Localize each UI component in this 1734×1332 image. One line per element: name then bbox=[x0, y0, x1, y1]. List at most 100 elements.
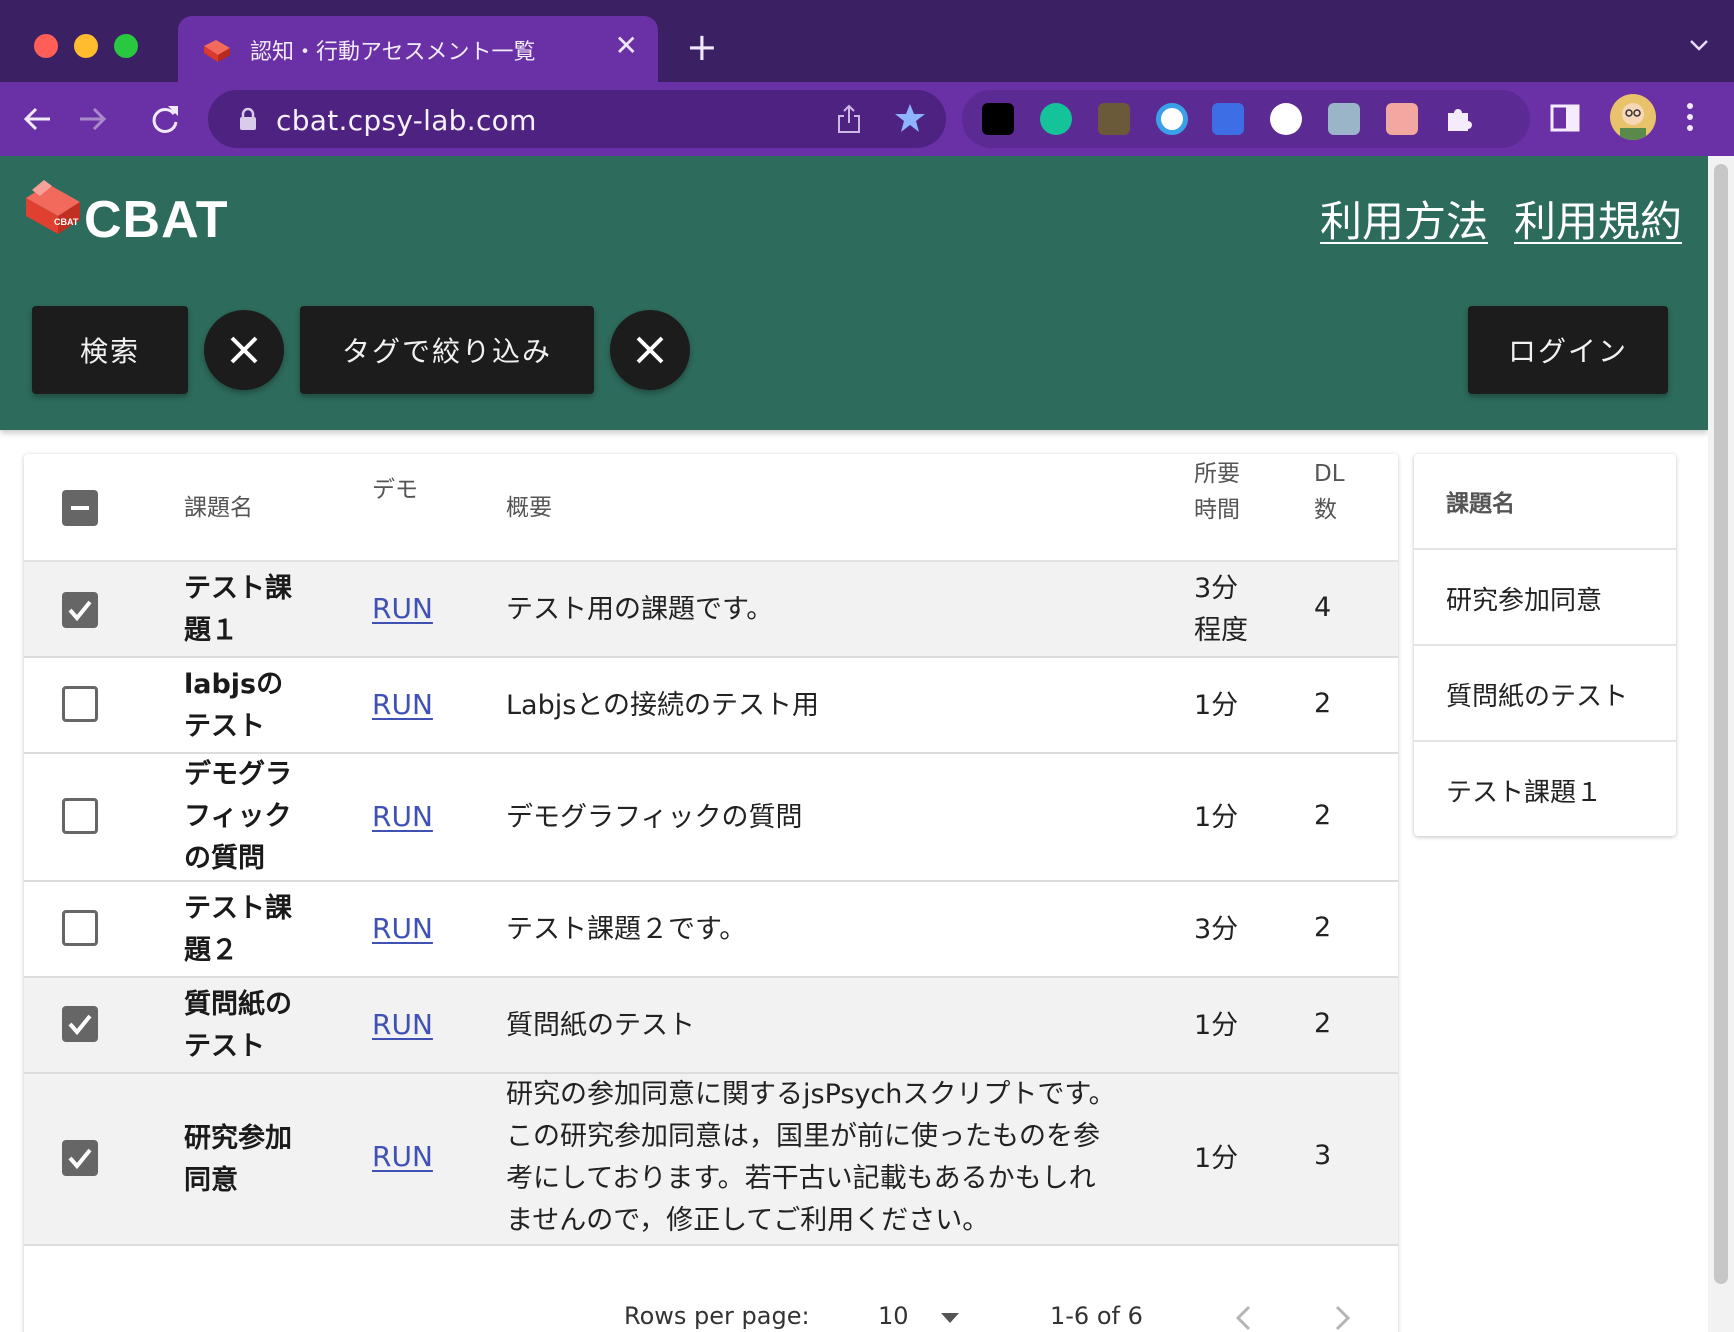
page-scrollbar[interactable] bbox=[1708, 156, 1734, 1332]
rows-per-page-select[interactable]: 10 bbox=[878, 1302, 909, 1330]
table-row[interactable]: labjsのテスト RUN Labjsとの接続のテスト用 1分 2 bbox=[24, 658, 1398, 754]
extension-window-icon[interactable] bbox=[1328, 103, 1360, 135]
minimize-window-button[interactable] bbox=[74, 34, 98, 58]
avatar-face-icon bbox=[1620, 103, 1646, 140]
tab-close-icon[interactable]: ✕ bbox=[615, 32, 638, 60]
extension-japanese-icon[interactable] bbox=[1386, 103, 1418, 135]
task-summary: テスト用の課題です。 bbox=[506, 594, 774, 625]
list-item-label: 質問紙のテスト bbox=[1446, 682, 1629, 712]
task-summary: 質問紙のテスト bbox=[506, 1010, 695, 1041]
dropdown-caret-icon[interactable] bbox=[940, 1312, 960, 1324]
lock-icon[interactable] bbox=[238, 107, 258, 131]
run-demo-link[interactable]: RUN bbox=[372, 800, 433, 833]
table-header: 課題名 デモ 概要 所要時間 DL数 bbox=[24, 454, 1398, 562]
task-time: 1分 bbox=[1194, 1010, 1239, 1041]
row-checkbox[interactable] bbox=[62, 1140, 98, 1176]
task-summary: Labjsとの接続のテスト用 bbox=[506, 690, 820, 721]
table-row[interactable]: デモグラフィックの質問 RUN デモグラフィックの質問 1分 2 bbox=[24, 754, 1398, 882]
task-name: 質問紙のテスト bbox=[184, 989, 292, 1062]
forward-arrow-icon[interactable] bbox=[76, 102, 110, 136]
maximize-window-button[interactable] bbox=[114, 34, 138, 58]
table-row[interactable]: 質問紙のテスト RUN 質問紙のテスト 1分 2 bbox=[24, 978, 1398, 1074]
tab-title: 認知・行動アセスメント一覧 bbox=[250, 40, 536, 65]
app-bar: CBAT CBAT 利用方法 利用規約 検索 タグで絞り込み ログイン bbox=[0, 156, 1708, 430]
cbat-favicon-icon bbox=[204, 40, 230, 62]
check-icon bbox=[68, 600, 92, 622]
extension-info-lock-icon[interactable] bbox=[1270, 103, 1302, 135]
browser-menu-icon[interactable] bbox=[1686, 102, 1694, 132]
run-demo-link[interactable]: RUN bbox=[372, 592, 433, 625]
select-all-checkbox[interactable] bbox=[62, 490, 98, 526]
side-panel-icon[interactable] bbox=[1550, 104, 1580, 132]
extension-music-icon[interactable] bbox=[1212, 103, 1244, 135]
row-checkbox[interactable] bbox=[62, 798, 98, 834]
login-button[interactable]: ログイン bbox=[1468, 306, 1668, 394]
list-item[interactable]: テスト課題１ bbox=[1414, 742, 1676, 836]
tab-search-chevron-icon[interactable] bbox=[1688, 38, 1710, 52]
column-header-name[interactable]: 課題名 bbox=[184, 490, 253, 526]
profile-avatar[interactable] bbox=[1610, 94, 1656, 140]
new-tab-plus-icon[interactable]: + bbox=[686, 28, 718, 66]
tag-filter-button[interactable]: タグで絞り込み bbox=[300, 306, 594, 394]
row-checkbox[interactable] bbox=[62, 686, 98, 722]
task-dl-count: 2 bbox=[1314, 688, 1332, 719]
extensions-puzzle-icon[interactable] bbox=[1442, 103, 1474, 135]
scrollbar-thumb[interactable] bbox=[1714, 164, 1728, 1284]
task-name: テスト課題１ bbox=[184, 573, 292, 646]
column-header-demo[interactable]: デモ bbox=[372, 472, 418, 508]
task-table: 課題名 デモ 概要 所要時間 DL数 テスト課題１ RUN テスト用の課題です。… bbox=[24, 454, 1398, 1332]
selected-tasks-list: 課題名 研究参加同意 質問紙のテスト テスト課題１ bbox=[1414, 454, 1676, 836]
previous-page-icon[interactable] bbox=[1234, 1304, 1252, 1332]
extension-circle-icon[interactable] bbox=[1156, 103, 1188, 135]
run-demo-link[interactable]: RUN bbox=[372, 1140, 433, 1173]
table-row[interactable]: テスト課題１ RUN テスト用の課題です。 3分程度 4 bbox=[24, 562, 1398, 658]
extension-grammarly-icon[interactable] bbox=[1040, 103, 1072, 135]
row-checkbox[interactable] bbox=[62, 1006, 98, 1042]
table-pagination: Rows per page: 10 1-6 of 6 bbox=[24, 1286, 1398, 1332]
link-terms-of-use[interactable]: 利用規約 bbox=[1514, 188, 1682, 249]
task-summary: デモグラフィックの質問 bbox=[506, 802, 803, 833]
task-time: 1分 bbox=[1194, 802, 1239, 833]
back-arrow-icon[interactable] bbox=[20, 102, 54, 136]
clear-search-button[interactable] bbox=[204, 310, 284, 390]
extension-p-icon[interactable] bbox=[1098, 103, 1130, 135]
table-row[interactable]: テスト課題２ RUN テスト課題２です。 3分 2 bbox=[24, 882, 1398, 978]
run-demo-link[interactable]: RUN bbox=[372, 912, 433, 945]
extension-lock-icon[interactable] bbox=[982, 103, 1014, 135]
cbat-logo-icon: CBAT bbox=[26, 180, 80, 234]
run-demo-link[interactable]: RUN bbox=[372, 688, 433, 721]
next-page-icon[interactable] bbox=[1334, 1304, 1352, 1332]
browser-tab-active[interactable]: 認知・行動アセスメント一覧 ✕ bbox=[178, 16, 658, 82]
link-how-to-use[interactable]: 利用方法 bbox=[1320, 188, 1488, 249]
browser-toolbar: cbat.cpsy-lab.com bbox=[0, 82, 1734, 156]
reload-icon[interactable] bbox=[148, 102, 182, 136]
logo-text[interactable]: CBAT bbox=[84, 190, 229, 250]
bookmark-star-icon[interactable] bbox=[894, 102, 926, 134]
list-item[interactable]: 質問紙のテスト bbox=[1414, 646, 1676, 742]
extensions-area bbox=[962, 90, 1530, 148]
list-item-label: テスト課題１ bbox=[1446, 778, 1603, 808]
row-checkbox[interactable] bbox=[62, 592, 98, 628]
close-window-button[interactable] bbox=[34, 34, 58, 58]
run-demo-link[interactable]: RUN bbox=[372, 1008, 433, 1041]
column-header-dl[interactable]: DL数 bbox=[1314, 456, 1358, 528]
clear-tag-filter-button[interactable] bbox=[610, 310, 690, 390]
search-button[interactable]: 検索 bbox=[32, 306, 188, 394]
task-dl-count: 2 bbox=[1314, 1008, 1332, 1039]
share-icon[interactable] bbox=[836, 104, 862, 134]
close-icon bbox=[636, 336, 664, 364]
pagination-range: 1-6 of 6 bbox=[1050, 1302, 1143, 1330]
close-icon bbox=[230, 336, 258, 364]
task-name: labjsのテスト bbox=[184, 669, 284, 742]
column-header-summary[interactable]: 概要 bbox=[506, 490, 552, 526]
page-viewport: CBAT CBAT 利用方法 利用規約 検索 タグで絞り込み ログイン 課題名 … bbox=[0, 156, 1708, 1332]
row-checkbox[interactable] bbox=[62, 910, 98, 946]
rows-per-page-label: Rows per page: bbox=[624, 1302, 810, 1330]
list-item-label: 研究参加同意 bbox=[1446, 586, 1603, 616]
url-text: cbat.cpsy-lab.com bbox=[276, 104, 537, 137]
address-bar[interactable]: cbat.cpsy-lab.com bbox=[208, 90, 946, 148]
list-item[interactable]: 研究参加同意 bbox=[1414, 550, 1676, 646]
column-header-time[interactable]: 所要時間 bbox=[1194, 456, 1254, 528]
task-name: テスト課題２ bbox=[184, 893, 292, 966]
table-row[interactable]: 研究参加同意 RUN 研究の参加同意に関するjsPsychスクリプトです。この研… bbox=[24, 1074, 1398, 1246]
